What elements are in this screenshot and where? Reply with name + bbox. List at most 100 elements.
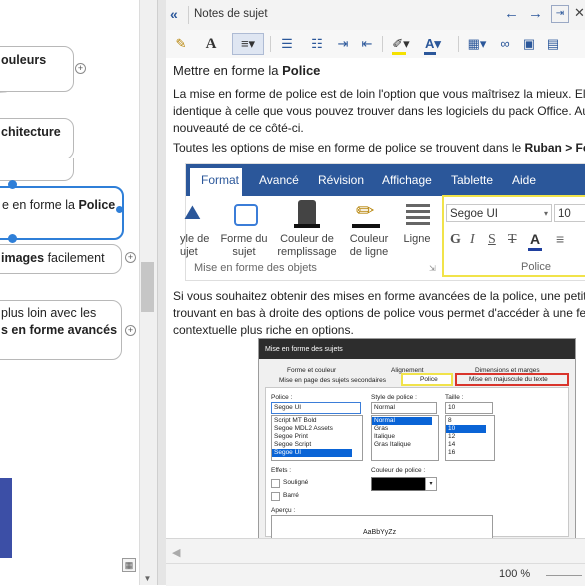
style-list-item: Gras [374, 425, 389, 432]
image-icon[interactable]: ▣ [520, 34, 538, 54]
font-icon[interactable]: A [202, 34, 220, 54]
group-label: Ligne [403, 233, 431, 245]
topic-node-architecture[interactable]: chitecture [0, 118, 74, 160]
fill-color-icon [298, 200, 316, 224]
size-list-item: 8 [448, 417, 452, 424]
divider [188, 6, 189, 24]
highlighter-icon[interactable]: ✐▾ [388, 34, 414, 54]
side-panel-strip [0, 478, 12, 558]
bullet-list-icon[interactable]: ☷ [308, 34, 326, 54]
numbered-list-icon[interactable]: ☰ [278, 34, 296, 54]
ribbon-screenshot-image: Format Avancé Révision Affichage Tablett… [180, 163, 585, 281]
group-label: Forme du sujet [220, 233, 268, 258]
notes-footer: ◀ 100 % [166, 538, 585, 586]
style-list-item: Italique [374, 433, 395, 440]
topic-label: e en forme la Police [2, 198, 116, 212]
font-color-bar [528, 248, 542, 251]
police-list-item: Segoe Print [274, 433, 308, 440]
divider [458, 36, 459, 52]
topic-node-shadow [0, 158, 74, 181]
collapse-double-chevron-icon[interactable]: « [170, 6, 186, 22]
attachment-icon[interactable]: ▤ [544, 34, 562, 54]
zoom-slider[interactable] [546, 575, 582, 576]
style-list-item: Gras Italique [374, 441, 411, 448]
note-paragraph-line: identique à celle que vous pouvez trouve… [173, 104, 585, 118]
scroll-left-arrow-icon[interactable]: ◀ [172, 546, 180, 559]
dialog-launcher-icon: ⇲ [429, 264, 436, 273]
font-color-swatch [424, 52, 436, 55]
dialog-tab: Mise en majuscule du texte [469, 376, 548, 383]
topic-shape-icon [234, 204, 258, 226]
table-icon[interactable]: ▦▾ [466, 34, 488, 54]
police-list-item: Script MT Bold [274, 417, 317, 424]
style-list-item: Normal [374, 417, 395, 424]
link-icon[interactable]: ∞ [496, 34, 514, 54]
size-list-item: 14 [448, 441, 456, 448]
highlight-color-swatch [392, 52, 406, 55]
underline-label: Souligné [283, 479, 309, 486]
topic-node-couleurs[interactable]: ouleurs [0, 46, 74, 92]
topic-label: chitecture [1, 125, 61, 139]
ribbon-tab-format: Format [201, 173, 240, 187]
notes-header: « Notes de sujet ← → ⇥ ✕ [166, 0, 585, 31]
style-list: Normal Gras Italique Gras Italique [371, 415, 439, 461]
police-label: Police : [271, 394, 293, 401]
indent-decrease-icon[interactable]: ⇤ [358, 34, 376, 54]
grid-icon[interactable]: ▦ [122, 558, 136, 572]
note-paragraph-line: La mise en forme de police est de loin l… [173, 87, 585, 101]
line-style-icon [406, 204, 430, 207]
forward-arrow-icon[interactable]: → [528, 5, 543, 22]
selection-handle[interactable] [8, 180, 17, 189]
font-name-combo: Segoe UI ▾ [446, 204, 552, 222]
topic-label: ouleurs [1, 53, 47, 67]
dialog-title: Mise en forme des sujets [265, 346, 343, 353]
topic-node-avances[interactable]: plus loin avec les s en forme avancés [0, 300, 122, 360]
police-list-item: Segoe Script [274, 441, 312, 448]
style-input: Normal [371, 402, 437, 414]
topic-node-images[interactable]: images facilement [0, 244, 122, 274]
font-color-swatch [371, 477, 427, 491]
ribbon-tab-bar: Format Avancé Révision Affichage Tablett… [186, 164, 585, 196]
line-color-icon: ✏ [356, 198, 375, 223]
topic-label: plus loin avec les [1, 306, 97, 320]
topic-node-police-selected[interactable]: e en forme la Police [0, 186, 124, 240]
expand-icon[interactable]: + [125, 325, 136, 336]
align-icon: ≡ [556, 231, 565, 247]
selection-handle[interactable] [8, 234, 17, 243]
size-list-item: 10 [448, 425, 456, 432]
effects-label: Effets : [271, 467, 292, 474]
expand-icon[interactable]: + [125, 252, 136, 263]
strikethrough-icon: T [508, 232, 517, 247]
close-icon[interactable]: ✕ [574, 5, 585, 21]
size-input: 10 [445, 402, 493, 414]
font-color-icon[interactable]: A▾ [422, 34, 444, 54]
note-paragraph-line: trouvant en bas à droite des options de … [173, 306, 585, 320]
notes-toolbar: ✎ A ≡▾ ☰ ☷ ⇥ ⇤ ✐▾ A▾ ▦▾ ∞ ▣ ▤ [166, 30, 585, 59]
size-list-item: 12 [448, 433, 456, 440]
zoom-level[interactable]: 100 % [499, 568, 530, 580]
mindmap-canvas[interactable]: ouleurs + chitecture e en forme la Polic… [0, 0, 160, 585]
pin-panel-icon[interactable]: ⇥ [551, 5, 569, 23]
police-input: Segoe UI [271, 402, 361, 414]
strike-checkbox [271, 492, 280, 501]
scrollbar-thumb[interactable] [141, 262, 154, 312]
back-arrow-icon[interactable]: ← [504, 5, 519, 22]
ribbon-tab-affichage: Affichage [382, 173, 432, 187]
dialog-tab: Forme et couleur [287, 367, 337, 374]
indent-increase-icon[interactable]: ⇥ [334, 34, 352, 54]
ribbon-tab-tablette: Tablette [451, 173, 494, 187]
format-painter-icon[interactable]: ✎ [172, 34, 190, 54]
dialog-tab: Mise en page des sujets secondaires [279, 377, 386, 384]
dialog-tab-police: Police [420, 376, 438, 383]
strike-label: Barré [283, 492, 299, 499]
chevron-down-icon: ▾ [425, 477, 437, 491]
expand-icon[interactable]: + [75, 63, 86, 74]
ribbon-tab-avance: Avancé [259, 173, 299, 187]
align-left-button[interactable]: ≡▾ [232, 33, 264, 55]
selection-handle[interactable] [116, 206, 123, 213]
scroll-down-arrow-icon[interactable]: ▼ [141, 572, 154, 585]
format-dialog-screenshot-image: Mise en forme des sujets Forme et couleu… [258, 338, 576, 540]
font-color-icon: A [530, 231, 541, 247]
topic-label: images facilement [1, 251, 105, 265]
ribbon-tab-aide: Aide [512, 173, 537, 187]
